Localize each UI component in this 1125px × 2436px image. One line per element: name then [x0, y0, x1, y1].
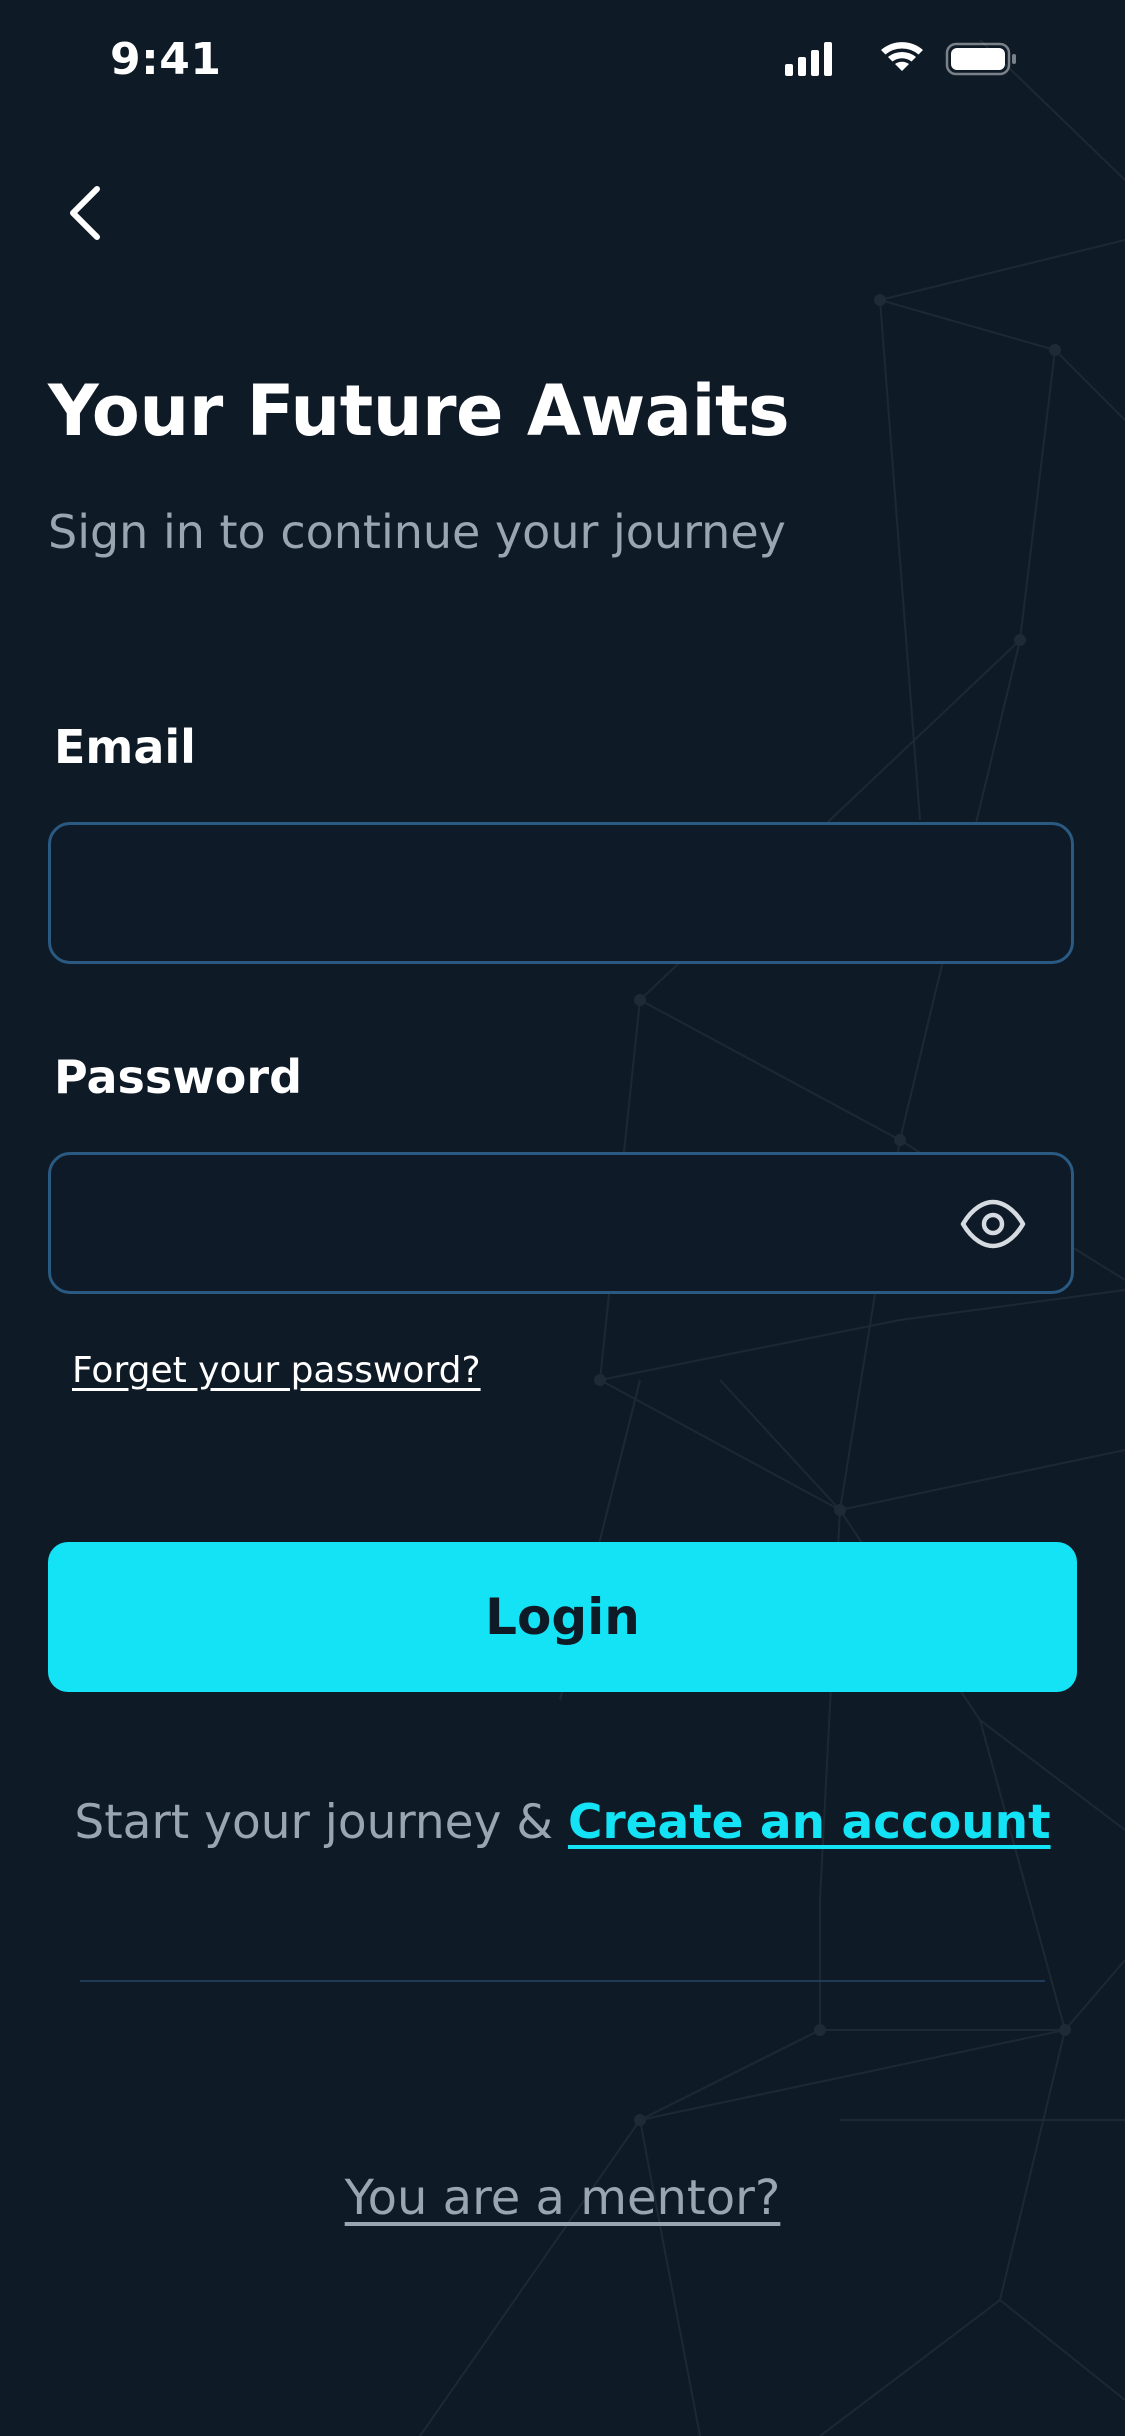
- chevron-left-icon: [70, 186, 100, 240]
- wifi-icon: [881, 42, 923, 71]
- signup-prompt: Start your journey &: [74, 1795, 568, 1850]
- mentor-link[interactable]: You are a mentor?: [0, 2170, 1125, 2226]
- email-field[interactable]: [51, 825, 1071, 961]
- forgot-password-link[interactable]: Forget your password?: [72, 1350, 481, 1391]
- back-button[interactable]: [50, 178, 120, 248]
- login-button[interactable]: Login: [48, 1542, 1077, 1692]
- divider: [80, 1980, 1045, 1982]
- page-title: Your Future Awaits: [48, 370, 790, 452]
- password-label: Password: [54, 1050, 302, 1104]
- login-screen: 9:41 Your Future Awaits Sign in to conti…: [0, 0, 1125, 2436]
- page-subtitle: Sign in to continue your journey: [48, 505, 786, 559]
- signup-row: Start your journey & Create an account: [0, 1795, 1125, 1850]
- cellular-signal-icon: [785, 42, 832, 76]
- password-field-container: [48, 1152, 1074, 1294]
- password-field[interactable]: [51, 1155, 1071, 1291]
- status-icons: [785, 40, 1025, 80]
- email-label: Email: [54, 720, 196, 774]
- eye-icon: [960, 1199, 1026, 1249]
- create-account-link[interactable]: Create an account: [568, 1795, 1051, 1850]
- battery-icon: [945, 42, 1016, 76]
- email-field-container: [48, 822, 1074, 964]
- show-password-toggle[interactable]: [957, 1188, 1029, 1260]
- status-time: 9:41: [110, 34, 222, 85]
